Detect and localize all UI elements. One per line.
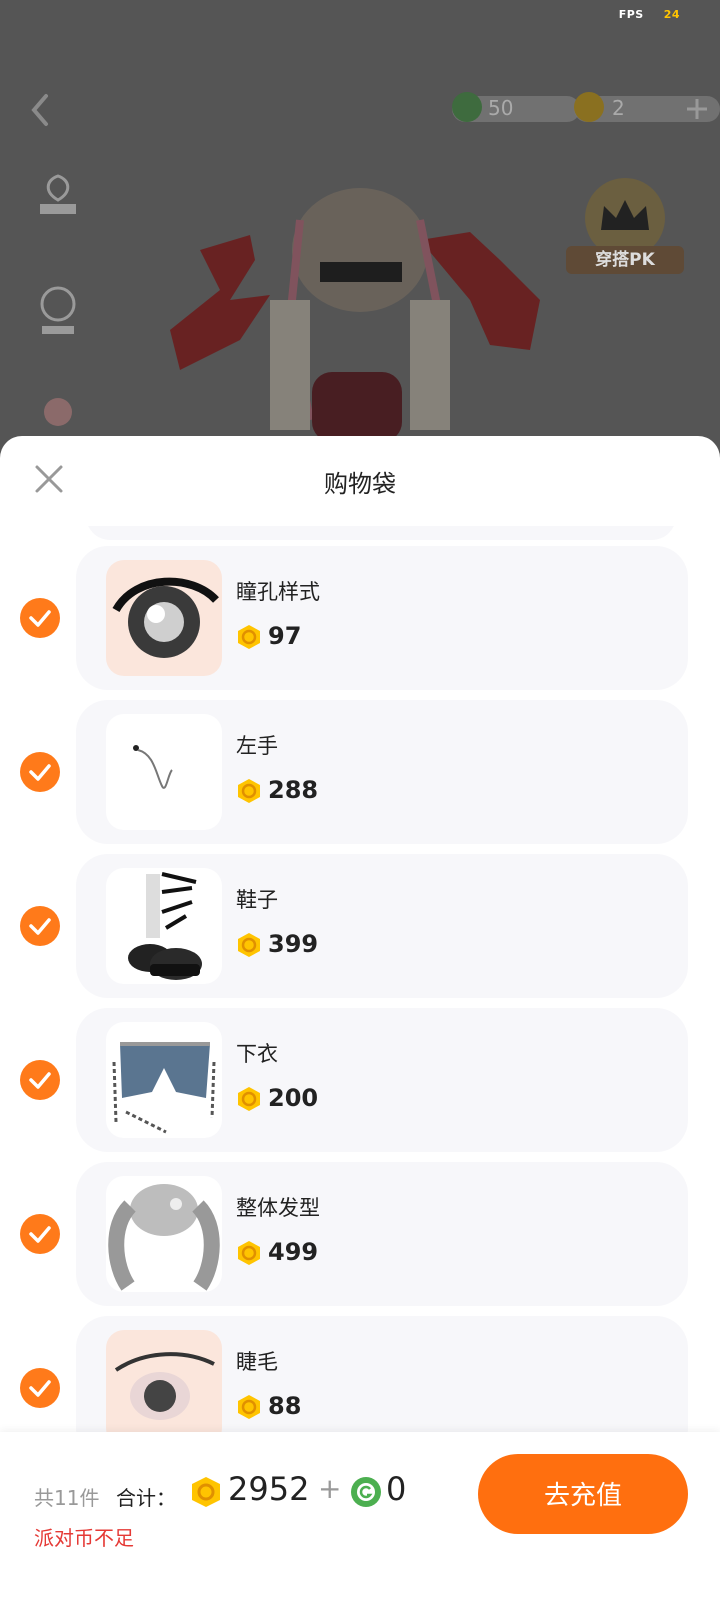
plus-sign: + <box>318 1472 342 1505</box>
item-card[interactable]: 左手 288 <box>76 700 688 844</box>
game-scene: FPS 24 50 2 穿搭PK <box>0 0 720 460</box>
outfit-pk-label: 穿搭PK <box>566 246 684 274</box>
gold-coin-balance: 2 <box>612 96 625 120</box>
check-icon <box>29 1226 51 1243</box>
previous-item-card <box>86 526 676 540</box>
cart-item: 左手 288 <box>0 700 720 844</box>
g-coin-balance: 50 <box>488 96 514 120</box>
cart-item-list[interactable]: 瞳孔样式 97 左手 288 鞋子 399 下衣 200 整体发型 499 睫毛… <box>0 526 720 1522</box>
item-name: 下衣 <box>236 1042 278 1066</box>
item-card[interactable]: 瞳孔样式 97 <box>76 546 688 690</box>
sheet-title: 购物袋 <box>324 470 396 498</box>
item-checkbox[interactable] <box>20 1368 60 1408</box>
item-price-value: 88 <box>268 1392 302 1420</box>
insufficient-funds-warning: 派对币不足 <box>34 1526 134 1550</box>
coin-icon <box>238 1241 260 1265</box>
cart-item: 鞋子 399 <box>0 854 720 998</box>
item-checkbox[interactable] <box>20 598 60 638</box>
item-price-value: 288 <box>268 776 319 804</box>
item-checkbox[interactable] <box>20 752 60 792</box>
item-name: 鞋子 <box>236 888 278 912</box>
gold-coin-icon <box>574 92 604 122</box>
check-icon <box>29 918 51 935</box>
check-icon <box>29 1072 51 1089</box>
item-price-value: 97 <box>268 622 302 650</box>
item-card[interactable]: 整体发型 499 <box>76 1162 688 1306</box>
item-price-value: 499 <box>268 1238 319 1266</box>
hairstyle-icon <box>106 1176 222 1292</box>
currency-bar: 50 2 <box>452 92 720 126</box>
item-card[interactable]: 鞋子 399 <box>76 854 688 998</box>
fps-label: FPS <box>618 8 644 21</box>
total-coins: 2952 <box>228 1470 310 1508</box>
coin-icon <box>238 779 260 803</box>
coin-icon <box>238 933 260 957</box>
total-label: 合计： <box>116 1486 176 1510</box>
check-icon <box>29 764 51 781</box>
item-name: 瞳孔样式 <box>236 580 320 604</box>
left-hand-icon <box>106 714 222 830</box>
coin-icon <box>238 1087 260 1111</box>
style-icon[interactable] <box>30 282 86 342</box>
g-coin-icon <box>452 92 482 122</box>
wardrobe-icon[interactable] <box>30 170 86 230</box>
flower-icon[interactable] <box>30 382 86 442</box>
item-checkbox[interactable] <box>20 1060 60 1100</box>
cart-item: 下衣 200 <box>0 1008 720 1152</box>
fps-value: 24 <box>663 8 680 21</box>
outfit-pk-badge[interactable]: 穿搭PK <box>566 178 684 274</box>
fps-counter: FPS 24 <box>619 8 680 21</box>
item-name: 左手 <box>236 734 278 758</box>
check-icon <box>29 1380 51 1397</box>
check-icon <box>29 610 51 627</box>
item-count: 共11件 <box>34 1486 100 1510</box>
cart-item: 整体发型 499 <box>0 1162 720 1306</box>
coin-icon <box>192 1477 220 1507</box>
checkout-footer: 共11件 合计： 2952 + 0 派对币不足 去充值 <box>0 1432 720 1612</box>
g-coin-icon <box>351 1477 381 1507</box>
recharge-button[interactable]: 去充值 <box>478 1454 688 1534</box>
pupil-icon <box>106 560 222 676</box>
item-card[interactable]: 下衣 200 <box>76 1008 688 1152</box>
sheet-header: 购物袋 <box>0 436 720 526</box>
add-currency-icon[interactable] <box>684 96 710 122</box>
item-checkbox[interactable] <box>20 1214 60 1254</box>
shoes-icon <box>106 868 222 984</box>
item-price-value: 200 <box>268 1084 319 1112</box>
eyelash-icon <box>106 1330 222 1446</box>
shorts-icon <box>106 1022 222 1138</box>
item-price-value: 399 <box>268 930 319 958</box>
coin-icon <box>238 1395 260 1419</box>
back-arrow-icon[interactable] <box>26 92 54 128</box>
item-name: 睫毛 <box>236 1350 278 1374</box>
total-g-coins: 0 <box>386 1470 407 1508</box>
cart-item: 瞳孔样式 97 <box>0 546 720 690</box>
coin-icon <box>238 625 260 649</box>
item-checkbox[interactable] <box>20 906 60 946</box>
item-name: 整体发型 <box>236 1196 320 1220</box>
